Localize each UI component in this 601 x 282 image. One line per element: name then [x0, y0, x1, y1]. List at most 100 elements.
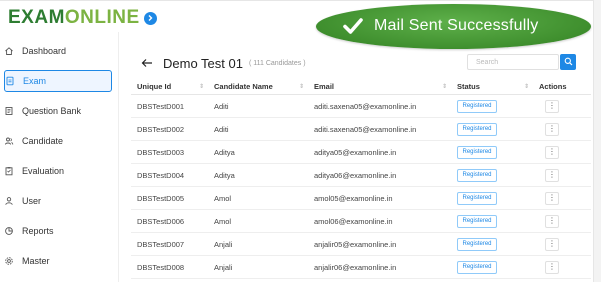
table-row[interactable]: DBSTestD007 Anjali anjalir05@examonline.… [131, 233, 591, 256]
sidebar-item-evaluation[interactable]: Evaluation [4, 160, 112, 182]
toast-message: Mail Sent Successfully [374, 17, 539, 34]
cell-actions: ⋮ [533, 191, 591, 205]
status-badge[interactable]: Registered [457, 145, 497, 159]
search-icon [564, 53, 573, 71]
cell-candidate-name: Aditya [214, 170, 235, 180]
cell-status: Registered [451, 191, 533, 205]
more-actions-button[interactable]: ⋮ [545, 99, 559, 113]
column-header-email[interactable]: Email ⇕ [308, 82, 451, 91]
cell-email: anjalir06@examonline.in [314, 262, 397, 272]
cell-email: aditi.saxena05@examonline.in [314, 124, 417, 134]
cell-candidate-name: Amol [214, 193, 232, 203]
table-row[interactable]: DBSTestD003 Aditya aditya05@examonline.i… [131, 141, 591, 164]
sidebar-item-label: Candidate [22, 136, 64, 146]
check-icon [342, 15, 364, 37]
status-badge[interactable]: Registered [457, 168, 497, 182]
table-row[interactable]: DBSTestD002 Aditi aditi.saxena05@examonl… [131, 118, 591, 141]
page-title: Demo Test 01 [163, 56, 243, 71]
column-label: Status [457, 82, 480, 91]
more-actions-button[interactable]: ⋮ [545, 191, 559, 205]
status-badge[interactable]: Registered [457, 260, 497, 274]
sidebar-item-exam[interactable]: Exam [4, 70, 112, 92]
cell-actions: ⋮ [533, 145, 591, 159]
column-label: Candidate Name [214, 82, 273, 91]
column-header-unique-id[interactable]: Unique Id ⇕ [131, 82, 208, 91]
status-badge[interactable]: Registered [457, 237, 497, 251]
cell-email: aditya05@examonline.in [314, 147, 397, 157]
cell-unique-id: DBSTestD004 [137, 170, 185, 180]
sidebar-item-dashboard[interactable]: Dashboard [4, 40, 112, 62]
logo[interactable]: EXAMONLINE [8, 6, 157, 30]
cell-unique-id: DBSTestD007 [137, 239, 185, 249]
search-placeholder: Search [476, 58, 499, 66]
sidebar-item-reports[interactable]: Reports [4, 220, 112, 242]
arrow-left-icon[interactable] [141, 56, 153, 71]
cell-status: Registered [451, 168, 533, 182]
cell-actions: ⋮ [533, 122, 591, 136]
success-toast[interactable]: Mail Sent Successfully [316, 4, 591, 49]
cell-email: amol06@examonline.in [314, 216, 393, 226]
cell-unique-id: DBSTestD005 [137, 193, 185, 203]
sidebar-item-master[interactable]: Master [4, 250, 112, 272]
cell-status: Registered [451, 237, 533, 251]
cell-actions: ⋮ [533, 214, 591, 228]
users-icon [4, 136, 14, 146]
more-actions-button[interactable]: ⋮ [545, 214, 559, 228]
sidebar-item-label: User [22, 196, 42, 206]
cell-actions: ⋮ [533, 168, 591, 182]
gear-icon [4, 256, 14, 266]
main-content: Demo Test 01 ( 111 Candidates ) Search U… [118, 32, 601, 282]
cell-email: anjalir05@examonline.in [314, 239, 397, 249]
column-label: Unique Id [137, 82, 172, 91]
table-header: Unique Id ⇕ Candidate Name ⇕ Email ⇕ Status… [131, 79, 591, 95]
column-header-candidate-name[interactable]: Candidate Name ⇕ [208, 82, 308, 91]
more-actions-button[interactable]: ⋮ [545, 168, 559, 182]
cell-candidate-name: Aditi [214, 101, 229, 111]
sort-icon[interactable]: ⇕ [199, 83, 204, 90]
document-icon [5, 76, 15, 86]
table-row[interactable]: DBSTestD006 Amol amol06@examonline.in Re… [131, 210, 591, 233]
window-scrollbar[interactable] [593, 0, 601, 282]
cell-candidate-name: Aditi [214, 124, 229, 134]
cell-email: amol05@examonline.in [314, 193, 393, 203]
sidebar-item-candidate[interactable]: Candidate [4, 130, 112, 152]
table-row[interactable]: DBSTestD001 Aditi aditi.saxena05@examonl… [131, 95, 591, 118]
more-actions-button[interactable]: ⋮ [545, 260, 559, 274]
column-header-actions: Actions [533, 82, 591, 91]
user-icon [4, 196, 14, 206]
cell-unique-id: DBSTestD001 [137, 101, 185, 111]
logo-part-online: ONLINE [64, 7, 140, 28]
status-badge[interactable]: Registered [457, 122, 497, 136]
sidebar-item-label: Reports [22, 226, 54, 236]
status-badge[interactable]: Registered [457, 99, 497, 113]
cell-candidate-name: Anjali [214, 239, 233, 249]
search-input[interactable]: Search [467, 54, 559, 70]
status-badge[interactable]: Registered [457, 214, 497, 228]
column-header-status[interactable]: Status ⇕ [451, 82, 533, 91]
logo-text: EXAMONLINE [8, 7, 140, 29]
more-actions-button[interactable]: ⋮ [545, 237, 559, 251]
cell-candidate-name: Anjali [214, 262, 233, 272]
cell-actions: ⋮ [533, 99, 591, 113]
sidebar-item-user[interactable]: User [4, 190, 112, 212]
sort-icon[interactable]: ⇕ [524, 83, 529, 90]
sort-icon[interactable]: ⇕ [299, 83, 304, 90]
home-icon [4, 46, 14, 56]
chevron-right-icon [143, 11, 157, 25]
cell-unique-id: DBSTestD006 [137, 216, 185, 226]
sidebar-item-label: Exam [23, 76, 47, 86]
cell-status: Registered [451, 122, 533, 136]
table-row[interactable]: DBSTestD008 Anjali anjalir06@examonline.… [131, 256, 591, 279]
more-actions-button[interactable]: ⋮ [545, 145, 559, 159]
sidebar-item-question-bank[interactable]: Question Bank [4, 100, 112, 122]
more-actions-button[interactable]: ⋮ [545, 122, 559, 136]
book-icon [4, 106, 14, 116]
sidebar-item-label: Dashboard [22, 46, 67, 56]
search-button[interactable] [560, 54, 576, 70]
status-badge[interactable]: Registered [457, 191, 497, 205]
sort-icon[interactable]: ⇕ [442, 83, 447, 90]
column-label: Email [314, 82, 335, 91]
cell-unique-id: DBSTestD002 [137, 124, 185, 134]
table-row[interactable]: DBSTestD005 Amol amol05@examonline.in Re… [131, 187, 591, 210]
table-row[interactable]: DBSTestD004 Aditya aditya06@examonline.i… [131, 164, 591, 187]
